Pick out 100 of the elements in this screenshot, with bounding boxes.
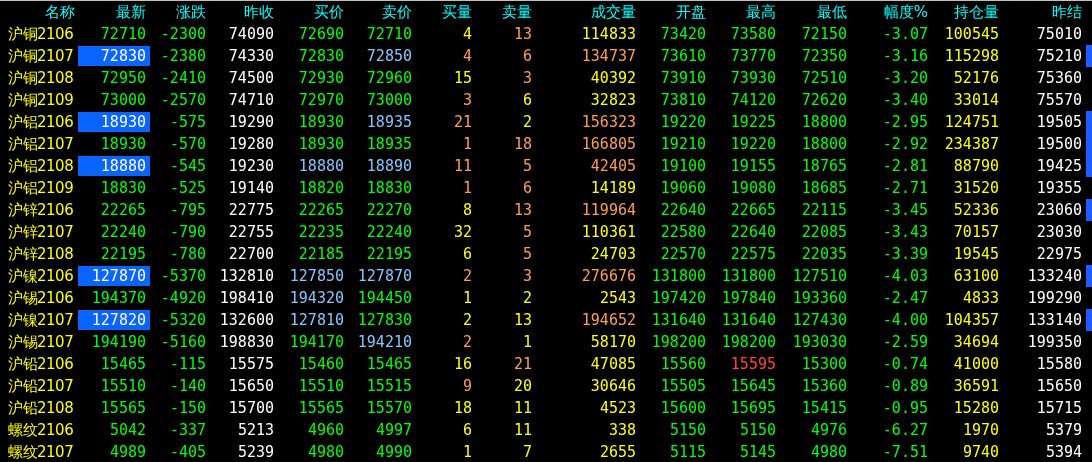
column-header[interactable]: 买量	[416, 1, 476, 23]
table-cell-text: 22700	[227, 244, 275, 265]
table-cell-text: -2410	[159, 68, 207, 89]
table-cell-text: 198410	[218, 288, 275, 309]
table-cell-text: 21	[512, 354, 533, 375]
table-cell-text: 2543	[598, 288, 637, 309]
table-cell-text: 15300	[800, 354, 848, 375]
table-cell-text: 18685	[800, 178, 848, 199]
table-cell-text: -0.74	[881, 354, 929, 375]
table-cell-text: 30646	[589, 376, 637, 397]
column-header[interactable]: 最高	[710, 1, 780, 23]
table-cell-text: 15570	[365, 398, 413, 419]
table-cell-text: 23030	[1035, 222, 1083, 243]
table-cell-text: 沪铜2108	[7, 68, 75, 89]
table-cell-text: 198830	[218, 332, 275, 353]
table-cell-text: 72970	[297, 90, 345, 111]
table-cell-text: 194370	[90, 288, 147, 309]
table-cell-text: 18	[452, 398, 473, 419]
table-cell-text: 4990	[374, 442, 413, 462]
table-cell-text: 3	[521, 266, 533, 287]
table-cell-text: 18830	[365, 178, 413, 199]
table-cell-text: 15650	[227, 376, 275, 397]
table-cell-text: 127830	[356, 310, 413, 331]
table-cell-text: -525	[168, 178, 207, 199]
table-cell-text: 194190	[90, 332, 147, 353]
table-cell-text: 5042	[108, 420, 147, 441]
highlighted-cell: 127870	[78, 266, 150, 286]
column-header[interactable]: 名称	[0, 1, 78, 23]
table-cell-text: 15280	[952, 398, 1000, 419]
table-cell-text: -4.00	[881, 310, 929, 331]
table-cell-text: 18	[512, 134, 533, 155]
table-cell-text: 24703	[589, 244, 637, 265]
column-header[interactable]: 最新	[78, 1, 150, 23]
table-cell-text: 6	[521, 46, 533, 67]
column-header[interactable]: 卖价	[348, 1, 416, 23]
table-cell-text: 234387	[943, 134, 1000, 155]
table-cell-text: 沪锡2107	[7, 332, 75, 353]
table-cell-text: 22195	[99, 244, 147, 265]
column-header[interactable]: 幅度%	[851, 1, 932, 23]
table-cell-text: 5	[521, 222, 533, 243]
table-cell-text: 5150	[668, 420, 707, 441]
column-header[interactable]: 涨跌	[150, 1, 210, 23]
table-cell-text: 22270	[365, 200, 413, 221]
table-cell-text: 22265	[99, 200, 147, 221]
table-cell-text: 20	[512, 376, 533, 397]
table-cell-text: -5160	[159, 332, 207, 353]
column-header[interactable]: 成交量	[536, 1, 640, 23]
table-cell-text: -2300	[159, 24, 207, 45]
table-cell-text: 5115	[668, 442, 707, 462]
table-cell-text: 15715	[1035, 398, 1083, 419]
table-cell-text: -2.71	[881, 178, 929, 199]
table-cell-text: 22640	[659, 200, 707, 221]
table-cell-text: 110361	[580, 222, 637, 243]
table-cell-text: 70157	[952, 222, 1000, 243]
table-cell-text: 19280	[227, 134, 275, 155]
table-cell-text: 沪铜2107	[7, 46, 75, 67]
table-cell-text: 6	[521, 178, 533, 199]
table-cell-text: -2570	[159, 90, 207, 111]
table-cell-text: 18930	[297, 112, 345, 133]
table-cell-text: 7	[521, 442, 533, 462]
table-cell-text: 42405	[589, 156, 637, 177]
table-cell-text: -3.20	[881, 68, 929, 89]
table-cell-text: 72620	[800, 90, 848, 111]
table-cell-text: 5	[521, 244, 533, 265]
column-header[interactable]: 最低	[780, 1, 851, 23]
table-cell-text: 127510	[791, 266, 848, 287]
table-cell-text: 22235	[297, 222, 345, 243]
table-cell-text: 19140	[227, 178, 275, 199]
table-cell-text: 32823	[589, 90, 637, 111]
table-cell-text: 74710	[227, 90, 275, 111]
column-header[interactable]: 开盘	[640, 1, 710, 23]
column-header[interactable]: 卖量	[476, 1, 536, 23]
column-header[interactable]: 昨收	[210, 1, 278, 23]
table-cell-text: 131640	[720, 310, 777, 331]
table-cell-text: -0.89	[881, 376, 929, 397]
table-cell-text: 18930	[99, 134, 147, 155]
table-cell-text: 1	[461, 134, 473, 155]
table-cell-text: 52176	[952, 68, 1000, 89]
table-cell-text: 11	[512, 420, 533, 441]
table-cell-text: 18880	[297, 156, 345, 177]
table-cell-text: 6	[461, 244, 473, 265]
table-cell-text: 199350	[1026, 332, 1083, 353]
table-cell-text: 5213	[236, 420, 275, 441]
table-cell-text: 193360	[791, 288, 848, 309]
table-cell-text: 72830	[297, 46, 345, 67]
table-cell-text: 22085	[800, 222, 848, 243]
table-cell-text: 36591	[952, 376, 1000, 397]
column-header[interactable]: 买价	[278, 1, 348, 23]
table-cell-text: 73930	[729, 68, 777, 89]
table-cell-text: 13	[512, 310, 533, 331]
column-header[interactable]: 持仓量	[932, 1, 1003, 23]
table-cell-text: -5370	[159, 266, 207, 287]
table-cell-text: 73420	[659, 24, 707, 45]
table-cell-text: 1	[461, 288, 473, 309]
table-cell-text: 194210	[356, 332, 413, 353]
table-cell-text: 4989	[108, 442, 147, 462]
table-cell-text: 72950	[99, 68, 147, 89]
column-header[interactable]: 昨结	[1003, 1, 1086, 23]
table-cell-text: 15360	[800, 376, 848, 397]
table-cell-text: 15580	[1035, 354, 1083, 375]
